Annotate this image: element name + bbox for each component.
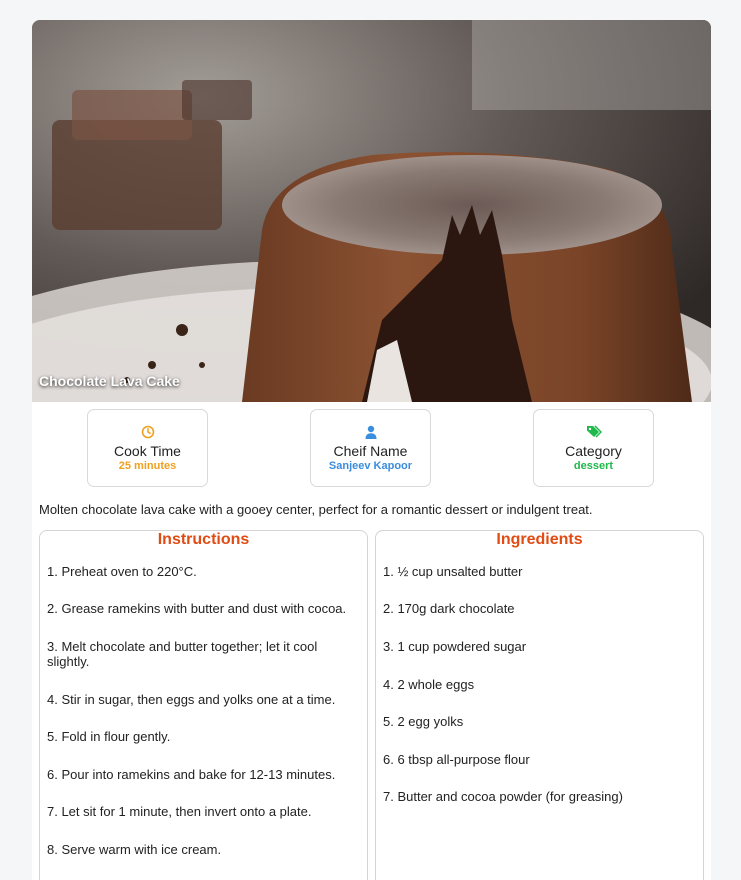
instruction-step: 5. Fold in flour gently. xyxy=(47,729,171,744)
stat-label: Cook Time xyxy=(114,443,181,459)
clock-icon xyxy=(88,425,207,439)
stat-cook-time: Cook Time 25 minutes xyxy=(87,409,208,487)
recipe-stats: Cook Time 25 minutes Cheif Name Sanjeev … xyxy=(32,402,711,490)
ingredient-item: 3. 1 cup powdered sugar xyxy=(383,639,527,654)
stat-chef-name: Cheif Name Sanjeev Kapoor xyxy=(310,409,431,487)
ingredients-panel: Ingredients 1. ½ cup unsalted butter 2. … xyxy=(375,530,704,880)
recipe-hero-image: Chocolate Lava Cake xyxy=(32,20,711,402)
stat-label: Category xyxy=(565,443,622,459)
ingredients-heading: Ingredients xyxy=(496,531,583,548)
stat-value: Sanjeev Kapoor xyxy=(328,460,413,472)
stat-value: 25 minutes xyxy=(118,460,177,472)
tags-icon xyxy=(534,425,653,439)
ingredient-item: 7. Butter and cocoa powder (for greasing… xyxy=(383,789,623,804)
instructions-panel: Instructions 1. Preheat oven to 220°C. 2… xyxy=(39,530,368,880)
ingredient-item: 5. 2 egg yolks xyxy=(383,714,464,729)
ingredient-item: 1. ½ cup unsalted butter xyxy=(383,564,523,579)
instruction-step: 3. Melt chocolate and butter together; l… xyxy=(47,639,318,669)
ingredient-item: 2. 170g dark chocolate xyxy=(383,601,515,616)
ingredient-item: 4. 2 whole eggs xyxy=(383,677,475,692)
instruction-step: 6. Pour into ramekins and bake for 12-13… xyxy=(47,767,336,782)
instruction-step: 8. Serve warm with ice cream. xyxy=(47,842,222,857)
lava-cake-photo xyxy=(32,20,711,402)
instruction-step: 2. Grease ramekins with butter and dust … xyxy=(47,601,347,616)
recipe-title: Chocolate Lava Cake xyxy=(39,373,180,389)
recipe-card: Chocolate Lava Cake Cook Time 25 minutes… xyxy=(32,20,711,880)
stat-label: Cheif Name xyxy=(333,443,408,459)
stat-category: Category dessert xyxy=(533,409,654,487)
instruction-step: 7. Let sit for 1 minute, then invert ont… xyxy=(47,804,312,819)
user-icon xyxy=(311,425,430,439)
instructions-heading: Instructions xyxy=(157,531,250,548)
recipe-description: Molten chocolate lava cake with a gooey … xyxy=(39,502,593,517)
stat-value: dessert xyxy=(573,460,614,472)
instruction-step: 4. Stir in sugar, then eggs and yolks on… xyxy=(47,692,336,707)
instruction-step: 1. Preheat oven to 220°C. xyxy=(47,564,197,579)
ingredient-item: 6. 6 tbsp all-purpose flour xyxy=(383,752,530,767)
